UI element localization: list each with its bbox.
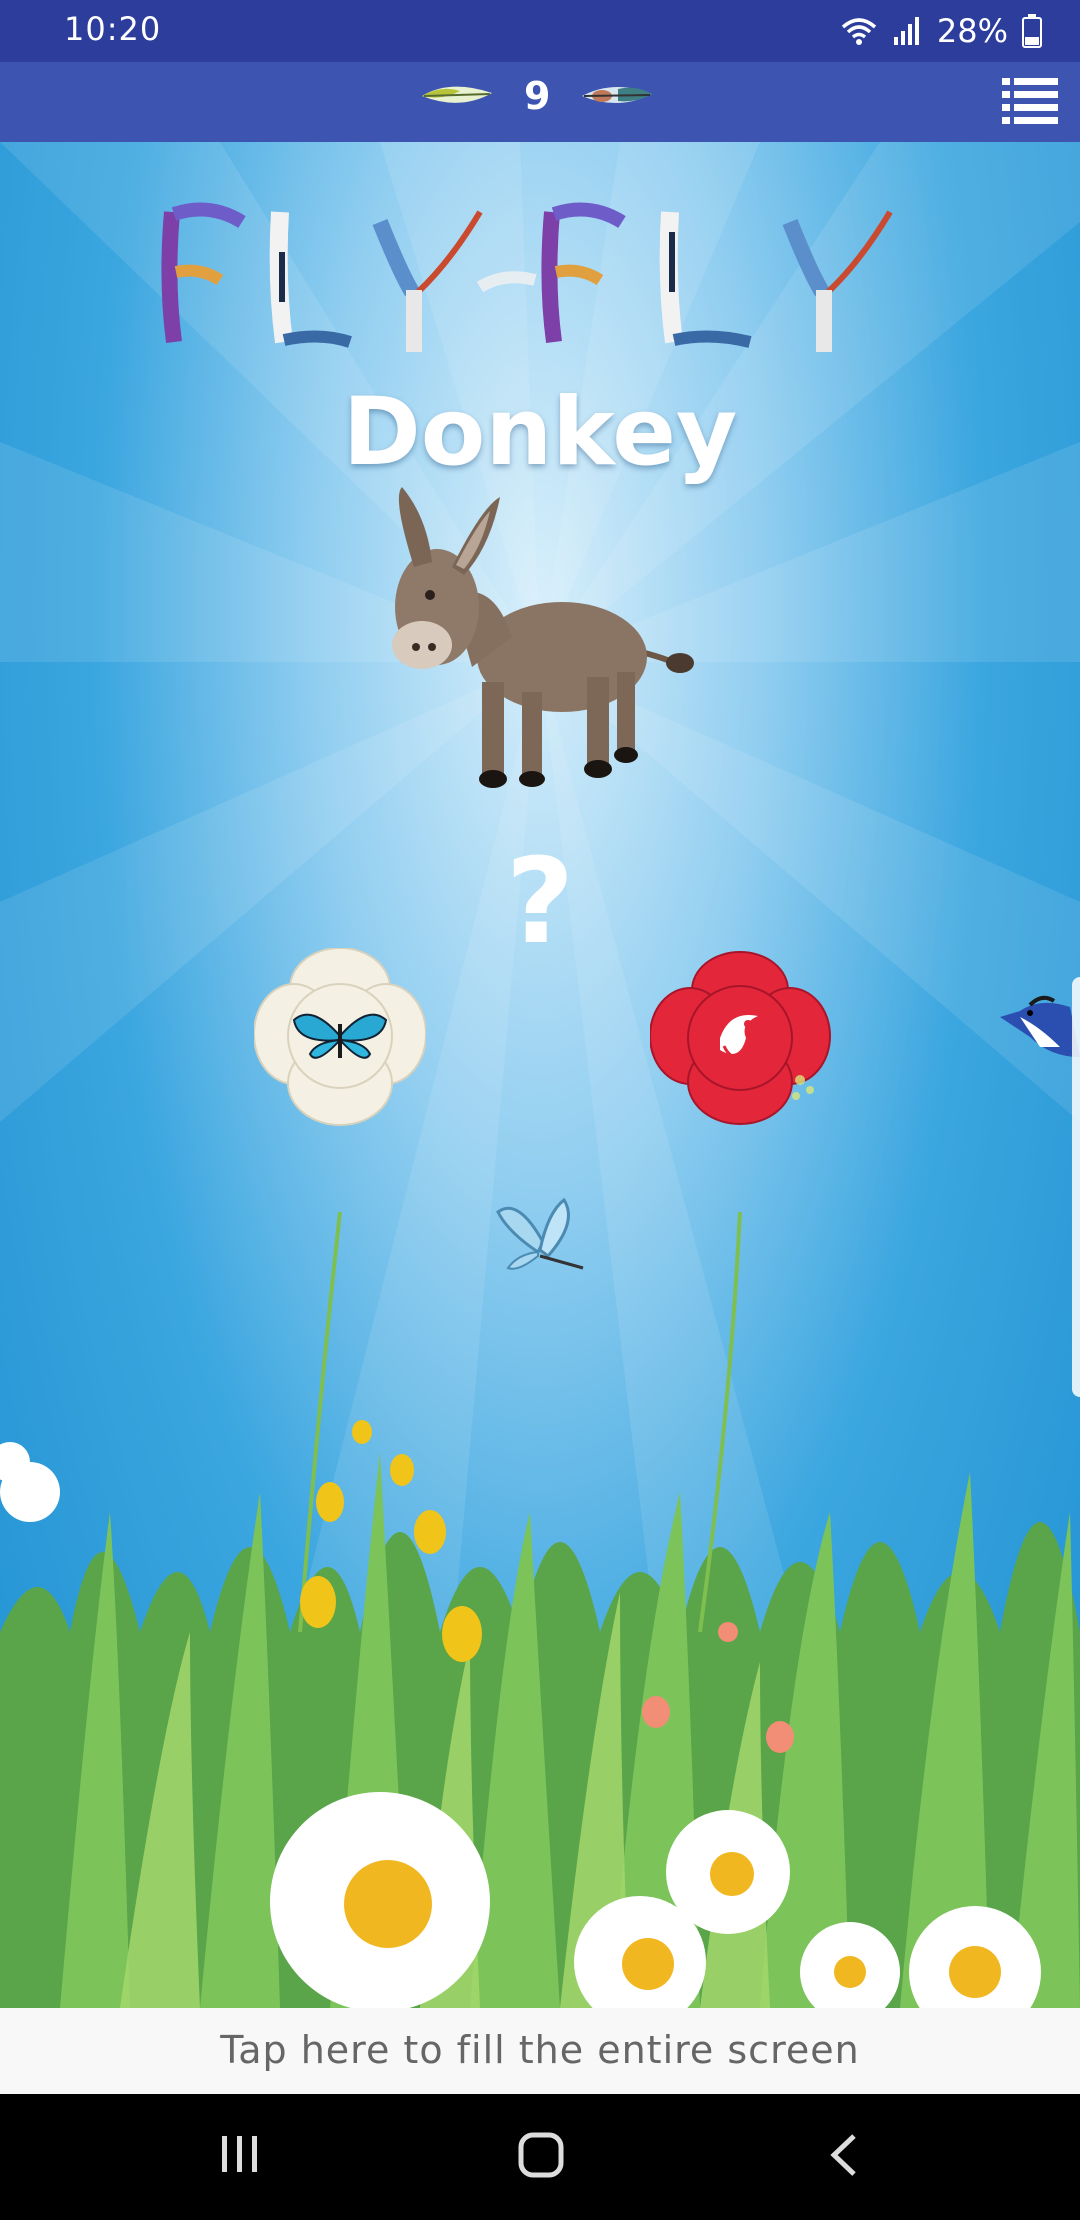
battery-icon <box>1022 14 1042 48</box>
butterfly-choice-icon[interactable] <box>254 948 426 1128</box>
score-value: 9 <box>524 74 551 118</box>
home-icon[interactable] <box>518 2132 564 2178</box>
battery-percent: 28% <box>936 12 1008 50</box>
wifi-icon <box>841 18 877 45</box>
status-indicators: 28% <box>839 10 1042 52</box>
fullscreen-bar[interactable]: Tap here to fill the entire screen <box>0 2008 1080 2094</box>
back-icon[interactable] <box>826 2132 860 2178</box>
recent-apps-icon[interactable] <box>218 2132 262 2176</box>
menu-list-icon[interactable] <box>1000 74 1060 130</box>
feather-right-icon <box>582 86 653 104</box>
score-group: 9 <box>420 74 654 118</box>
game-stage: Donkey ? <box>0 142 1080 2008</box>
nav-bar <box>0 2094 1080 2220</box>
game-title-logo <box>161 202 893 352</box>
feather-left-icon <box>422 86 492 103</box>
status-time: 10:20 <box>64 10 162 48</box>
bird-choice-icon[interactable] <box>650 950 840 1130</box>
fullscreen-prompt: Tap here to fill the entire screen <box>220 2028 860 2072</box>
donkey-icon <box>392 487 694 788</box>
animal-name: Donkey <box>342 378 738 487</box>
blue-jay-icon <box>1000 995 1080 1057</box>
signal-icon <box>893 17 919 45</box>
top-bar: 9 <box>0 62 1080 142</box>
question-mark: ? <box>505 832 575 970</box>
meadow-background <box>0 1212 1080 2008</box>
status-bar: 10:20 28% <box>0 0 1080 62</box>
